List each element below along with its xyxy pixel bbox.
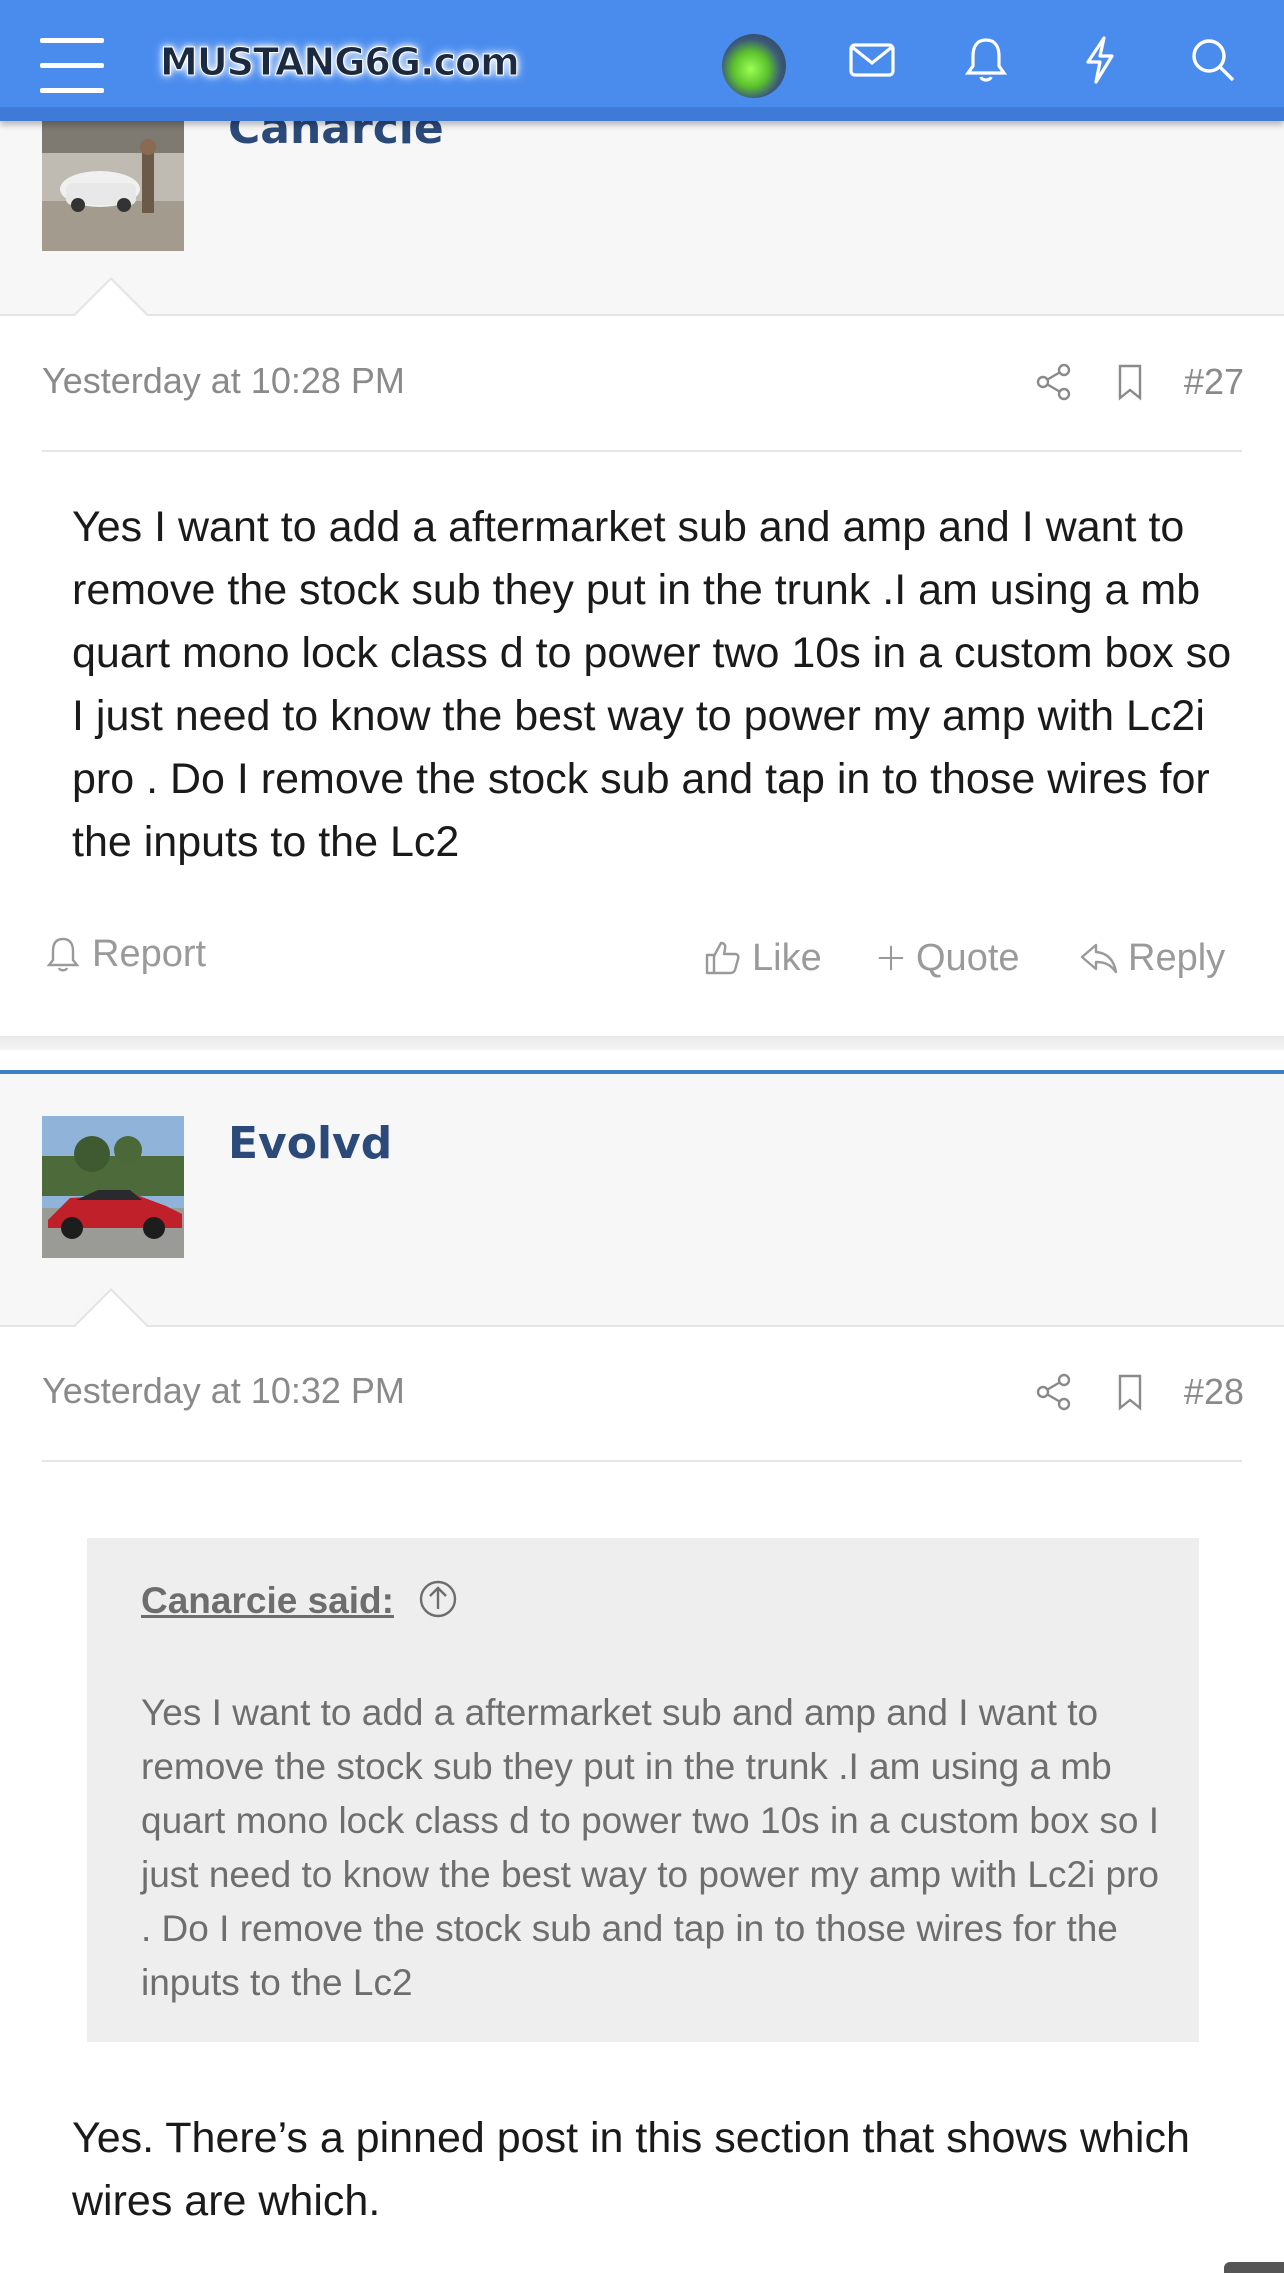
bolt-icon[interactable]	[1070, 30, 1130, 90]
share-icon[interactable]	[1032, 1370, 1076, 1414]
post-body: Yes. There’s a pinned post in this secti…	[72, 2114, 1190, 2225]
user-avatar[interactable]	[722, 34, 786, 98]
quote-label: Quote	[916, 936, 1020, 979]
post-timestamp[interactable]: Yesterday at 10:32 PM	[42, 1370, 405, 1412]
pointer-arrow	[75, 1291, 147, 1327]
author-username[interactable]: Evolvd	[228, 1118, 392, 1169]
post-number[interactable]: #28	[1184, 1371, 1244, 1413]
post-meta-actions: #28	[1000, 1368, 1244, 1416]
divider	[0, 1325, 1284, 1327]
site-logo[interactable]: MUSTANG6G.com	[160, 36, 521, 88]
post-author-block: Evolvd	[0, 1074, 1284, 1326]
scroll-handle[interactable]	[1224, 2262, 1284, 2273]
like-label: Like	[752, 936, 822, 979]
pointer-arrow	[75, 280, 147, 316]
like-button[interactable]: Like	[702, 930, 822, 986]
quote-button[interactable]: Quote	[874, 930, 1020, 986]
reply-label: Reply	[1128, 936, 1226, 979]
author-avatar[interactable]	[42, 113, 184, 251]
post-meta-actions: #27	[1000, 358, 1244, 406]
author-avatar[interactable]	[42, 1116, 184, 1258]
post-separator	[0, 1036, 1284, 1050]
bookmark-icon[interactable]	[1108, 360, 1152, 404]
quote-block: Canarcie said: Yes I want to add a after…	[87, 1538, 1199, 2042]
bell-icon[interactable]	[956, 30, 1016, 90]
report-label: Report	[92, 932, 207, 975]
quote-author-link[interactable]: Canarcie said:	[141, 1580, 394, 1622]
top-navigation-bar: MUSTANG6G.com	[0, 0, 1284, 121]
post-timestamp[interactable]: Yesterday at 10:28 PM	[42, 360, 405, 402]
bookmark-icon[interactable]	[1108, 1370, 1152, 1414]
post-body: Yes I want to add a aftermarket sub and …	[72, 503, 1232, 866]
menu-icon[interactable]	[40, 38, 104, 93]
arrow-up-circle-icon[interactable]	[417, 1578, 459, 1620]
mail-icon[interactable]	[842, 30, 902, 90]
divider	[42, 1460, 1242, 1462]
search-icon[interactable]	[1183, 30, 1243, 90]
reply-button[interactable]: Reply	[1078, 930, 1225, 986]
report-button[interactable]: Report	[42, 926, 206, 982]
quote-text: Yes I want to add a aftermarket sub and …	[141, 1692, 1160, 2003]
share-icon[interactable]	[1032, 360, 1076, 404]
divider	[0, 314, 1284, 316]
post-number[interactable]: #27	[1184, 361, 1244, 403]
post-actions: Report Like Quote Reply	[42, 926, 1242, 982]
divider	[42, 450, 1242, 452]
post-author-block: Canarcie	[0, 103, 1284, 315]
